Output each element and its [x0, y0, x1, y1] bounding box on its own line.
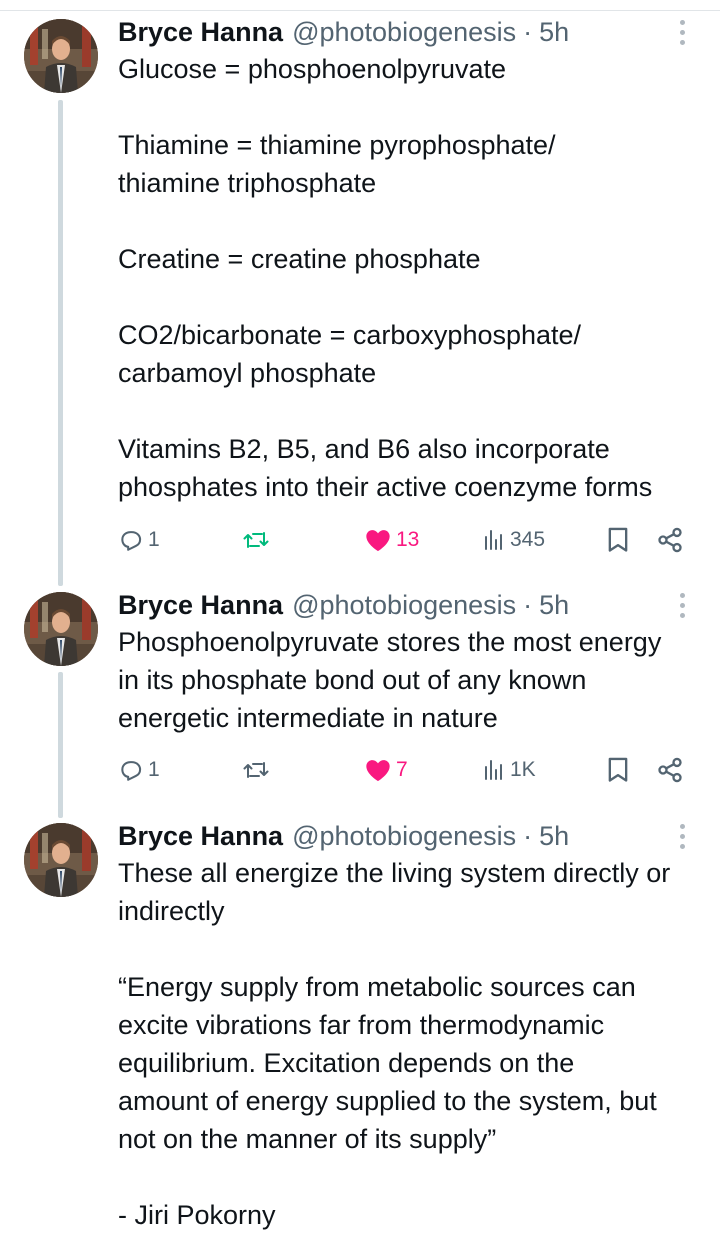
- views-button[interactable]: 345: [482, 520, 545, 560]
- retweet-icon: [242, 527, 270, 553]
- views-count: 345: [510, 528, 546, 551]
- reply-button[interactable]: 1: [118, 750, 160, 790]
- like-count: 13: [396, 528, 420, 551]
- tweet-header: Bryce Hanna @photobiogenesis · 5h: [118, 14, 569, 50]
- like-icon: [364, 527, 392, 553]
- retweet-icon: [242, 757, 270, 783]
- tweet-text: Phosphoenolpyruvate stores the most ener…: [118, 627, 662, 733]
- separator: ·: [523, 590, 533, 620]
- bookmark-button[interactable]: [606, 520, 630, 560]
- more-options-icon[interactable]: [672, 818, 692, 854]
- share-icon: [656, 526, 684, 554]
- timestamp[interactable]: 5h: [539, 818, 569, 854]
- views-icon: [482, 527, 506, 553]
- tweet[interactable]: Bryce Hanna @photobiogenesis · 5h Glucos…: [0, 14, 720, 574]
- like-button[interactable]: 13: [364, 520, 419, 560]
- separator: ·: [523, 17, 533, 47]
- reply-icon: [118, 527, 144, 553]
- timestamp[interactable]: 5h: [539, 14, 569, 50]
- action-bar: 1 7 1K: [0, 750, 720, 790]
- tweet-header: Bryce Hanna @photobiogenesis · 5h: [118, 818, 569, 854]
- views-count: 1K: [510, 758, 536, 781]
- more-options-icon[interactable]: [672, 587, 692, 623]
- top-divider: [0, 10, 720, 11]
- retweet-button[interactable]: [242, 520, 270, 560]
- bookmark-icon: [606, 526, 630, 554]
- action-bar: 1 13 345: [0, 520, 720, 560]
- display-name[interactable]: Bryce Hanna: [118, 818, 283, 854]
- user-handle[interactable]: @photobiogenesis: [292, 14, 516, 50]
- tweet-header: Bryce Hanna @photobiogenesis · 5h: [118, 587, 569, 623]
- reply-icon: [118, 757, 144, 783]
- share-button[interactable]: [656, 750, 684, 790]
- reply-button[interactable]: 1: [118, 520, 160, 560]
- views-icon: [482, 757, 506, 783]
- tweet-text: These all energize the living system dir…: [118, 858, 671, 1230]
- display-name[interactable]: Bryce Hanna: [118, 14, 283, 50]
- avatar[interactable]: [24, 823, 98, 897]
- avatar[interactable]: [24, 19, 98, 93]
- user-handle[interactable]: @photobiogenesis: [292, 818, 516, 854]
- more-options-icon[interactable]: [672, 14, 692, 50]
- tweet-text: Glucose = phosphoenolpyruvate Thiamine =…: [118, 54, 653, 502]
- separator: ·: [523, 821, 533, 851]
- reply-count: 1: [148, 528, 160, 551]
- bookmark-button[interactable]: [606, 750, 630, 790]
- avatar[interactable]: [24, 592, 98, 666]
- user-handle[interactable]: @photobiogenesis: [292, 587, 516, 623]
- tweet[interactable]: Bryce Hanna @photobiogenesis · 5h These …: [0, 818, 720, 1246]
- tweet[interactable]: Bryce Hanna @photobiogenesis · 5h Phosph…: [0, 587, 720, 787]
- timestamp[interactable]: 5h: [539, 587, 569, 623]
- bookmark-icon: [606, 756, 630, 784]
- share-icon: [656, 756, 684, 784]
- like-icon: [364, 757, 392, 783]
- like-count: 7: [396, 758, 408, 781]
- reply-count: 1: [148, 758, 160, 781]
- views-button[interactable]: 1K: [482, 750, 536, 790]
- like-button[interactable]: 7: [364, 750, 408, 790]
- share-button[interactable]: [656, 520, 684, 560]
- display-name[interactable]: Bryce Hanna: [118, 587, 283, 623]
- retweet-button[interactable]: [242, 750, 270, 790]
